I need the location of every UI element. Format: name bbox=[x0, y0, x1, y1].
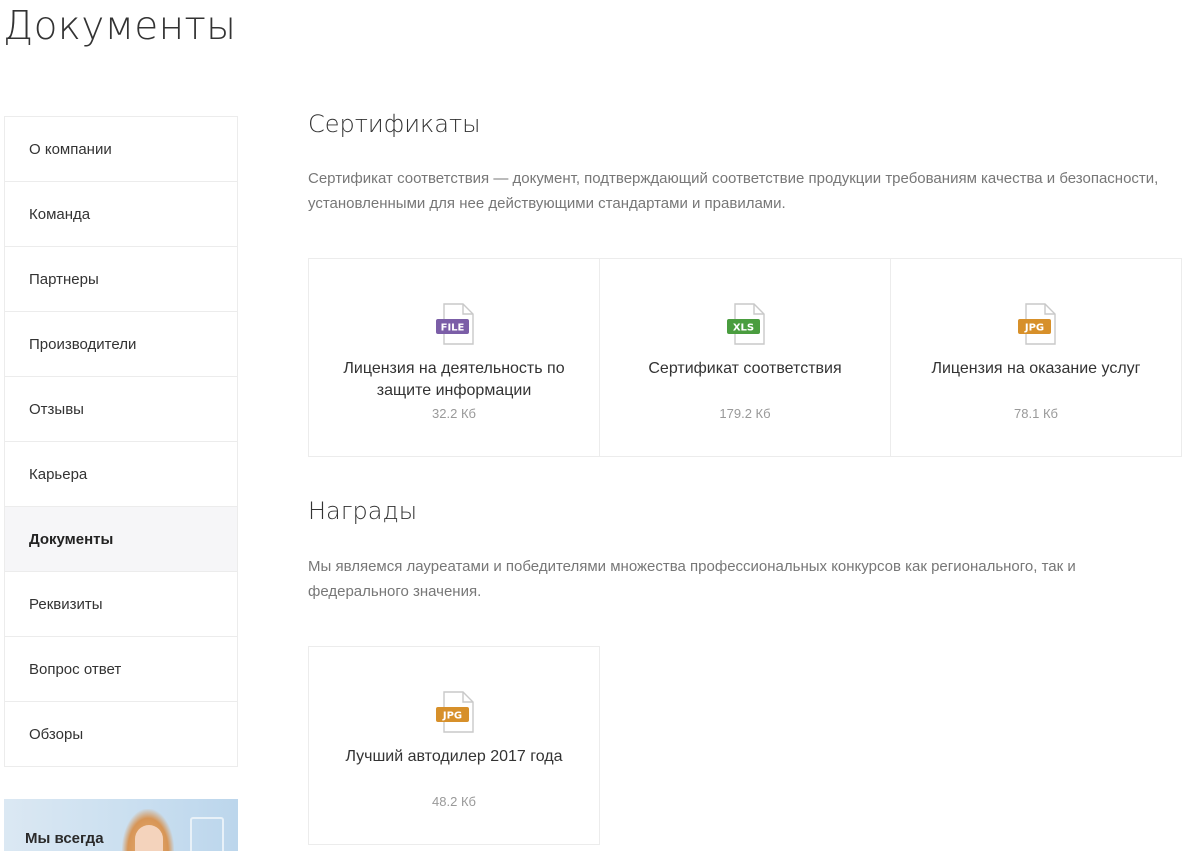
page-title: Документы bbox=[3, 4, 237, 49]
sidebar-menu: О компании Команда Партнеры Производител… bbox=[4, 116, 238, 767]
sidebar-item-career[interactable]: Карьера bbox=[5, 442, 237, 507]
file-jpg-icon: JPG bbox=[436, 691, 474, 733]
sidebar-item-overviews[interactable]: Обзоры bbox=[5, 702, 237, 767]
file-name: Лицензия на деятельность по защите инфор… bbox=[343, 360, 565, 399]
sidebar-item-faq[interactable]: Вопрос ответ bbox=[5, 637, 237, 702]
file-name: Сертификат соответствия bbox=[648, 360, 842, 377]
file-size: 32.2 Кб bbox=[432, 406, 476, 421]
svg-text:JPG: JPG bbox=[1024, 323, 1044, 334]
file-name: Лицензия на оказание услуг bbox=[931, 360, 1141, 377]
section-title-certificates: Сертификаты bbox=[308, 110, 481, 138]
file-name: Лучший автодилер 2017 года bbox=[345, 748, 563, 765]
svg-text:JPG: JPG bbox=[442, 711, 462, 722]
file-jpg-icon: JPG bbox=[1018, 303, 1056, 345]
file-grid-awards: JPG Лучший автодилер 2017 года 48.2 Кб bbox=[308, 646, 600, 845]
section-description-certificates: Сертификат соответствия — документ, подт… bbox=[308, 170, 1159, 212]
sidebar-item-documents[interactable]: Документы bbox=[5, 507, 237, 572]
file-card[interactable]: JPG Лучший автодилер 2017 года 48.2 Кб bbox=[309, 647, 600, 845]
svg-text:FILE: FILE bbox=[441, 323, 465, 334]
banner-text: Мы всегда bbox=[25, 830, 104, 847]
svg-text:XLS: XLS bbox=[733, 323, 754, 334]
file-card[interactable]: XLS Сертификат соответствия 179.2 Кб bbox=[600, 259, 891, 457]
file-size: 179.2 Кб bbox=[719, 406, 771, 421]
section-title-awards: Награды bbox=[308, 497, 418, 525]
section-description-awards: Мы являемся лауреатами и победителями мн… bbox=[308, 558, 1076, 600]
file-card[interactable]: FILE Лицензия на деятельность по защите … bbox=[309, 259, 600, 457]
file-xls-icon: XLS bbox=[727, 303, 765, 345]
file-size: 48.2 Кб bbox=[432, 794, 476, 809]
promo-banner[interactable]: Мы всегда bbox=[4, 799, 238, 851]
sidebar-item-about[interactable]: О компании bbox=[5, 117, 237, 182]
sidebar-item-reviews[interactable]: Отзывы bbox=[5, 377, 237, 442]
file-icon: FILE bbox=[436, 303, 474, 345]
file-grid-certificates: FILE Лицензия на деятельность по защите … bbox=[308, 258, 1182, 457]
file-card[interactable]: JPG Лицензия на оказание услуг 78.1 Кб bbox=[891, 259, 1182, 457]
banner-decor bbox=[190, 817, 224, 851]
banner-photo-face bbox=[135, 825, 163, 851]
sidebar-item-manufacturers[interactable]: Производители bbox=[5, 312, 237, 377]
file-size: 78.1 Кб bbox=[1014, 406, 1058, 421]
sidebar-item-partners[interactable]: Партнеры bbox=[5, 247, 237, 312]
sidebar-item-requisites[interactable]: Реквизиты bbox=[5, 572, 237, 637]
sidebar-item-team[interactable]: Команда bbox=[5, 182, 237, 247]
